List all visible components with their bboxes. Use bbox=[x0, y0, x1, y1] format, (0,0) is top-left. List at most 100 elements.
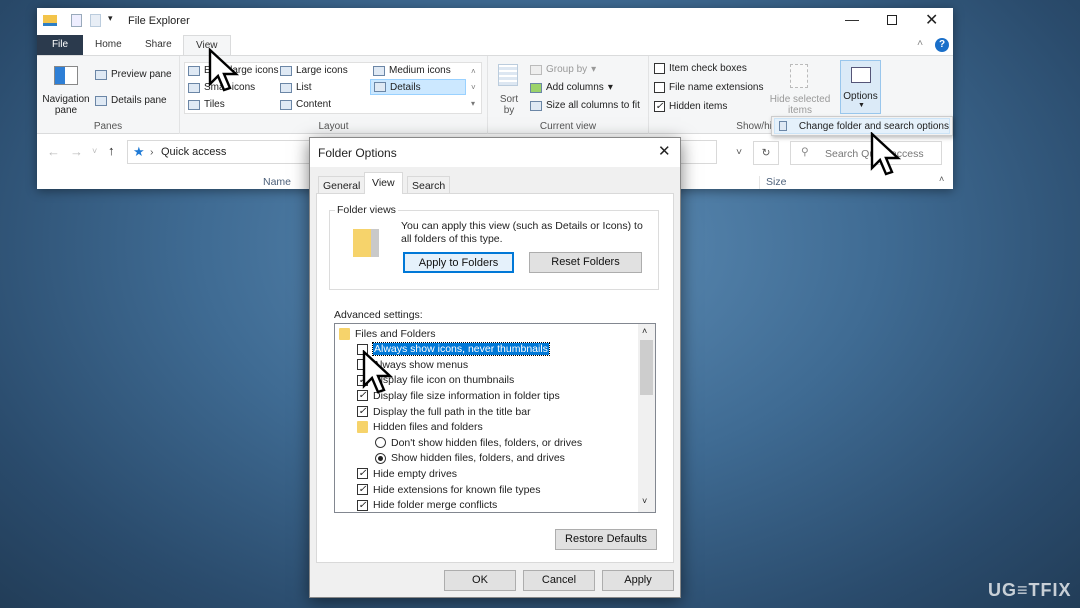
tab-view[interactable]: View bbox=[364, 172, 403, 194]
checkbox[interactable]: ✓ bbox=[357, 406, 368, 417]
panes-group: Navigation pane Preview pane Details pan… bbox=[37, 56, 180, 134]
list-item[interactable]: ✓ Hide folder merge conflicts bbox=[357, 498, 498, 512]
scroll-up-arrow[interactable]: ˄ bbox=[642, 326, 647, 336]
maximize-button[interactable] bbox=[887, 15, 897, 25]
list-scrollbar[interactable]: ˄ ˅ bbox=[638, 324, 655, 512]
new-folder-icon[interactable] bbox=[90, 14, 101, 27]
change-folder-options-menu-item[interactable]: Change folder and search options bbox=[774, 118, 950, 134]
refresh-button[interactable]: ↻ bbox=[753, 141, 779, 165]
forward-button[interactable]: → bbox=[70, 144, 83, 159]
up-button[interactable]: ↑ bbox=[108, 143, 115, 158]
hidden-items-toggle[interactable]: ✓ Hidden items bbox=[654, 101, 727, 112]
size-columns-button[interactable]: Size all columns to fit bbox=[530, 100, 640, 111]
medium-icons-icon bbox=[373, 65, 385, 76]
layout-tiles[interactable]: Tiles bbox=[188, 99, 225, 110]
sort-by-button[interactable]: Sort by bbox=[496, 94, 522, 116]
collapse-ribbon-icon[interactable]: ˄ bbox=[917, 37, 923, 49]
scroll-up-button[interactable]: ˄ bbox=[939, 174, 944, 184]
content-icon bbox=[280, 99, 292, 110]
radio-button[interactable] bbox=[375, 437, 386, 449]
list-item[interactable]: Don't show hidden files, folders, or dri… bbox=[375, 435, 582, 450]
list-item-label: Always show icons, never thumbnails bbox=[372, 342, 550, 357]
small-icons-icon bbox=[188, 82, 200, 93]
folder-icon bbox=[339, 327, 350, 340]
scroll-down-arrow[interactable]: ˅ bbox=[642, 496, 647, 506]
dialog-close-button[interactable]: ✕ bbox=[658, 142, 671, 160]
watermark-logo: UG≡TFIX bbox=[988, 580, 1072, 600]
list-item[interactable]: ✓ Display the full path in the title bar bbox=[357, 404, 531, 419]
item-check-boxes-checkbox[interactable] bbox=[654, 63, 665, 74]
checkbox[interactable]: ✓ bbox=[357, 484, 368, 495]
title-bar: ▾ File Explorer — ✕ bbox=[37, 8, 953, 35]
search-box[interactable]: ⚲ Search Quick access bbox=[790, 141, 942, 165]
list-item[interactable]: Show hidden files, folders, and drives bbox=[375, 451, 565, 466]
layout-label: Layout bbox=[318, 121, 349, 132]
file-name-extensions-checkbox[interactable] bbox=[654, 82, 665, 93]
layout-details[interactable]: Details bbox=[370, 79, 466, 95]
mouse-cursor-icon bbox=[362, 350, 394, 394]
list-item-label: Display the full path in the title bar bbox=[373, 405, 531, 418]
back-button[interactable]: ← bbox=[47, 144, 60, 159]
gallery-scroll-icon[interactable]: ˄ ˅ ▾ bbox=[471, 64, 476, 112]
large-icons-icon bbox=[280, 65, 292, 76]
details-pane-button[interactable]: Details pane bbox=[95, 95, 167, 106]
tab-share[interactable]: Share bbox=[133, 35, 184, 55]
folder-icon bbox=[43, 15, 57, 26]
search-icon: ⚲ bbox=[801, 146, 809, 158]
apply-to-folders-button[interactable]: Apply to Folders bbox=[403, 252, 514, 273]
column-header-size[interactable]: Size bbox=[759, 176, 786, 189]
group-by-button[interactable]: Group by ▾ bbox=[530, 64, 596, 75]
options-button[interactable]: Options ▼ bbox=[840, 60, 881, 114]
apply-button[interactable]: Apply bbox=[602, 570, 674, 591]
list-item-label: Don't show hidden files, folders, or dri… bbox=[391, 436, 583, 449]
dialog-title-bar: Folder Options ✕ bbox=[310, 138, 680, 167]
item-check-boxes-toggle[interactable]: Item check boxes bbox=[654, 63, 747, 74]
checkbox[interactable]: ✓ bbox=[357, 499, 368, 511]
folder-views-description: You can apply this view (such as Details… bbox=[401, 220, 643, 245]
add-columns-icon bbox=[530, 82, 542, 93]
reset-folders-button[interactable]: Reset Folders bbox=[529, 252, 642, 273]
list-item[interactable]: ✓ Hide empty drives bbox=[357, 466, 457, 481]
properties-icon[interactable] bbox=[71, 14, 82, 27]
show-hide-group: Item check boxes File name extensions ✓ H… bbox=[649, 56, 783, 134]
size-columns-icon bbox=[530, 100, 542, 111]
customize-toolbar-icon[interactable]: ▾ bbox=[108, 13, 113, 24]
add-columns-button[interactable]: Add columns ▾ bbox=[530, 82, 613, 93]
minimize-button[interactable]: — bbox=[845, 11, 859, 27]
close-button[interactable]: ✕ bbox=[925, 10, 938, 30]
tab-general[interactable]: General bbox=[318, 176, 366, 194]
hidden-items-checkbox[interactable]: ✓ bbox=[654, 101, 665, 112]
navigation-pane-button[interactable]: Navigation pane bbox=[41, 94, 91, 116]
hide-selected-items-button[interactable]: Hide selected items bbox=[767, 94, 833, 116]
layout-medium-icons[interactable]: Medium icons bbox=[373, 65, 451, 76]
details-pane-icon bbox=[95, 95, 107, 106]
breadcrumb-quick-access[interactable]: Quick access bbox=[161, 146, 226, 158]
tab-home[interactable]: Home bbox=[83, 35, 134, 55]
tiles-icon bbox=[188, 99, 200, 110]
tab-search[interactable]: Search bbox=[407, 176, 451, 194]
list-item-label: Hide extensions for known file types bbox=[373, 483, 541, 496]
layout-large-icons[interactable]: Large icons bbox=[280, 65, 348, 76]
column-header-name[interactable]: Name bbox=[263, 176, 291, 188]
preview-pane-button[interactable]: Preview pane bbox=[95, 69, 172, 80]
quick-access-star-icon: ★ bbox=[133, 144, 145, 159]
options-menu: Change folder and search options bbox=[771, 116, 953, 136]
recent-locations-icon[interactable]: ˅ bbox=[92, 146, 97, 156]
list-item[interactable]: ✓ Hide extensions for known file types bbox=[357, 482, 541, 497]
address-dropdown-icon[interactable]: ˅ bbox=[736, 146, 742, 158]
ok-button[interactable]: OK bbox=[444, 570, 516, 591]
scroll-thumb[interactable] bbox=[640, 340, 653, 395]
tab-file[interactable]: File bbox=[37, 35, 83, 55]
file-name-extensions-toggle[interactable]: File name extensions bbox=[654, 82, 764, 93]
sort-by-icon bbox=[498, 64, 518, 86]
folder-views-icon bbox=[353, 229, 379, 257]
list-item-label: Hide folder merge conflicts bbox=[373, 499, 498, 512]
list-item: Hidden files and folders bbox=[357, 420, 483, 435]
checkbox[interactable]: ✓ bbox=[357, 468, 368, 480]
restore-defaults-button[interactable]: Restore Defaults bbox=[555, 529, 657, 550]
help-icon[interactable]: ? bbox=[935, 38, 949, 52]
cancel-button[interactable]: Cancel bbox=[523, 570, 595, 591]
radio-button[interactable] bbox=[375, 452, 386, 464]
layout-content[interactable]: Content bbox=[280, 99, 331, 110]
layout-list[interactable]: List bbox=[280, 82, 312, 93]
